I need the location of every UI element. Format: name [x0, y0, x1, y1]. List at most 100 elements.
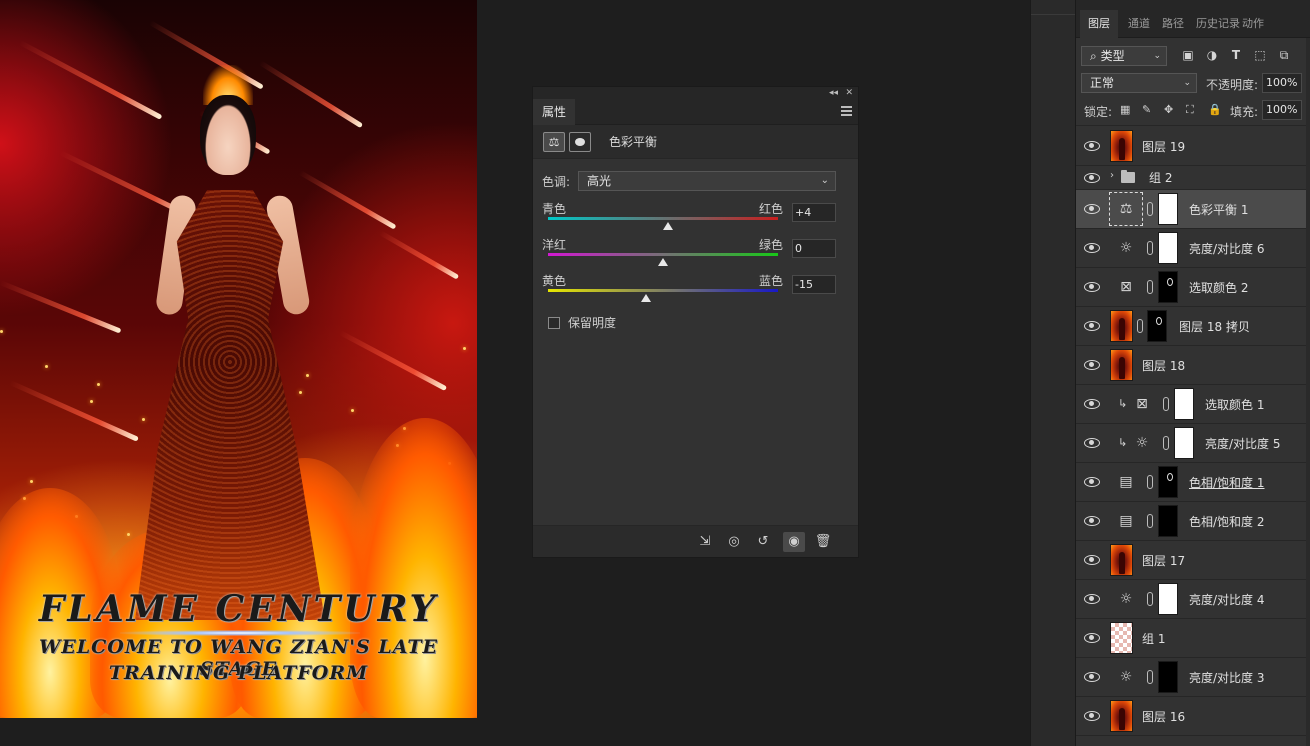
balance-icon[interactable]: ⚖ — [543, 131, 565, 152]
layer-row[interactable]: ↳ ☼ 亮度/对比度 5 — [1076, 424, 1310, 463]
layer-mask-thumbnail[interactable] — [1147, 310, 1167, 342]
link-icon[interactable] — [1147, 475, 1153, 489]
layer-row[interactable]: ⚖ 色彩平衡 1 — [1076, 190, 1310, 229]
eye-icon[interactable] — [1084, 477, 1100, 487]
trash-icon[interactable]: 🗑 — [812, 532, 834, 552]
layer-row[interactable]: ⊠ 选取颜色 2 — [1076, 268, 1310, 307]
chevron-right-icon[interactable]: › — [1110, 170, 1114, 181]
type-filter-icon[interactable]: T — [1228, 48, 1244, 62]
artwork-image[interactable]: FLAME CENTURY WELCOME TO WANG ZIAN'S LAT… — [0, 0, 477, 718]
layer-mask-thumbnail[interactable] — [1158, 271, 1178, 303]
eye-icon[interactable] — [1084, 321, 1100, 331]
eye-icon[interactable] — [1084, 243, 1100, 253]
layer-row[interactable]: 图层 18 — [1076, 346, 1310, 385]
eye-icon[interactable] — [1084, 711, 1100, 721]
layer-row[interactable]: › 组 2 — [1076, 166, 1310, 190]
reset-icon[interactable]: ↺ — [752, 532, 774, 552]
layer-mask-thumbnail[interactable] — [1174, 427, 1194, 459]
opacity-input[interactable]: 100% — [1262, 73, 1302, 93]
slider-thumb[interactable] — [658, 258, 668, 266]
layer-row[interactable]: 图层 18 拷贝 — [1076, 307, 1310, 346]
layer-mask-thumbnail[interactable] — [1158, 661, 1178, 693]
slider-track[interactable] — [548, 217, 778, 220]
blend-mode-select[interactable]: 正常 ⌄ — [1081, 73, 1197, 93]
layers-panel[interactable]: 图层 通道 路径 历史记录 动作 ⌕ 类型 ⌄ ▣ ◑ T ⬚ ⧉ 正常 ⌄ 不… — [1075, 0, 1310, 746]
layer-mask-thumbnail[interactable] — [1158, 232, 1178, 264]
layer-filter-select[interactable]: ⌕ 类型 ⌄ — [1081, 46, 1167, 66]
layer-row[interactable]: ☼ 亮度/对比度 6 — [1076, 229, 1310, 268]
layer-thumbnail[interactable] — [1110, 349, 1133, 381]
layer-mask-thumbnail[interactable] — [1158, 583, 1178, 615]
eye-icon[interactable] — [1084, 594, 1100, 604]
lock-all-icon[interactable]: 🔒 — [1208, 103, 1222, 116]
fill-input[interactable]: 100% — [1262, 100, 1302, 120]
layer-mask-thumbnail[interactable] — [1158, 505, 1178, 537]
layer-mask-thumbnail[interactable] — [1158, 466, 1178, 498]
eye-icon[interactable] — [1084, 555, 1100, 565]
close-icon[interactable]: ✕ — [845, 87, 853, 99]
shape-filter-icon[interactable]: ⬚ — [1252, 48, 1268, 62]
link-icon[interactable] — [1147, 202, 1153, 216]
link-icon[interactable] — [1147, 592, 1153, 606]
eye-icon[interactable] — [1084, 672, 1100, 682]
layer-row[interactable]: 组 1 — [1076, 619, 1310, 658]
tab-actions[interactable]: 动作 — [1242, 10, 1264, 38]
tab-properties[interactable]: 属性 — [533, 99, 575, 125]
slider-track[interactable] — [548, 253, 778, 256]
layer-thumbnail[interactable] — [1110, 310, 1133, 342]
link-icon[interactable] — [1147, 670, 1153, 684]
layer-row[interactable]: ↳ ⊠ 选取颜色 1 — [1076, 385, 1310, 424]
tone-select[interactable]: 高光 ⌄ — [578, 171, 836, 191]
tab-paths[interactable]: 路径 — [1162, 10, 1184, 38]
eye-icon[interactable] — [1084, 438, 1100, 448]
layer-mask-thumbnail[interactable] — [1158, 193, 1178, 225]
eye-icon[interactable] — [1084, 172, 1100, 183]
lock-transparency-icon[interactable]: ▦ — [1120, 103, 1130, 116]
tab-layers[interactable]: 图层 — [1080, 10, 1118, 38]
eye-icon[interactable] — [1084, 360, 1100, 370]
slider-value-input[interactable]: -15 — [792, 275, 836, 294]
layer-row[interactable]: ▤ 色相/饱和度 2 — [1076, 502, 1310, 541]
eye-icon[interactable] — [1084, 141, 1100, 151]
eye-icon[interactable] — [1084, 282, 1100, 292]
properties-panel[interactable]: ◂◂ ✕ 属性 ⚖ 色彩平衡 色调: 高光 ⌄ 青色 红色 +4 洋红 绿色 0 黄色 蓝色 -… — [532, 86, 859, 558]
smart-object-filter-icon[interactable]: ⧉ — [1276, 48, 1292, 62]
slider-value-input[interactable]: +4 — [792, 203, 836, 222]
slider-thumb[interactable] — [640, 294, 651, 302]
document-canvas[interactable]: FLAME CENTURY WELCOME TO WANG ZIAN'S LAT… — [0, 0, 1030, 746]
mask-icon[interactable] — [569, 131, 591, 152]
link-icon[interactable] — [1147, 514, 1153, 528]
tab-channels[interactable]: 通道 — [1128, 10, 1150, 38]
eye-icon[interactable] — [1084, 204, 1100, 214]
layer-row[interactable]: ☼ 亮度/对比度 4 — [1076, 580, 1310, 619]
eye-icon[interactable] — [1084, 633, 1100, 643]
lock-artboard-icon[interactable]: ⛶ — [1186, 103, 1194, 117]
pixel-filter-icon[interactable]: ▣ — [1180, 48, 1196, 62]
clip-to-layer-icon[interactable]: ⇲ — [694, 532, 716, 552]
link-icon[interactable] — [1163, 436, 1169, 450]
panel-title-bar[interactable]: ◂◂ ✕ — [533, 87, 858, 99]
panel-menu-icon[interactable] — [841, 106, 852, 116]
layer-row[interactable]: 图层 17 — [1076, 541, 1310, 580]
layer-row[interactable]: ☼ 亮度/对比度 3 — [1076, 658, 1310, 697]
slider-thumb[interactable] — [662, 222, 673, 230]
layers-scrollbar[interactable] — [1306, 38, 1310, 746]
eye-icon[interactable] — [1084, 399, 1100, 409]
layer-mask-thumbnail[interactable] — [1174, 388, 1194, 420]
layer-thumbnail[interactable] — [1110, 700, 1133, 732]
adjustment-filter-icon[interactable]: ◑ — [1204, 48, 1220, 62]
toggle-visibility-icon[interactable]: ◉ — [783, 532, 805, 552]
layers-list[interactable]: 图层 19 › 组 2 ⚖ 色彩平衡 1 ☼ 亮度/对比度 6 ⊠ 选取颜色 2 图层 18 拷贝… — [1076, 127, 1310, 746]
collapse-icon[interactable]: ◂◂ — [829, 87, 838, 99]
view-previous-icon[interactable]: ◎ — [723, 532, 745, 552]
tab-history[interactable]: 历史记录 — [1196, 10, 1246, 38]
layer-thumbnail[interactable] — [1110, 622, 1133, 654]
lock-position-icon[interactable]: ✥ — [1164, 103, 1173, 116]
slider-track[interactable] — [548, 289, 778, 292]
lock-pixels-icon[interactable]: ✎ — [1142, 103, 1151, 116]
link-icon[interactable] — [1163, 397, 1169, 411]
link-icon[interactable] — [1147, 280, 1153, 294]
link-icon[interactable] — [1137, 319, 1143, 333]
eye-icon[interactable] — [1084, 516, 1100, 526]
layer-thumbnail[interactable] — [1110, 544, 1133, 576]
